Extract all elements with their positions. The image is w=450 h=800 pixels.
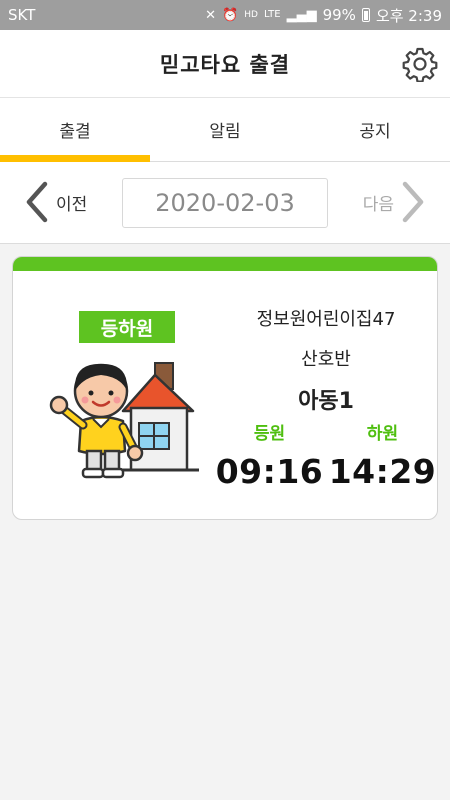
attendance-times: 등원 09:16 하원 14:29 xyxy=(213,419,437,491)
tab-notices[interactable]: 공지 xyxy=(300,98,450,161)
attendance-card: 등하원 정보원어린이집47 산호반 아동1 등원 09:16 하원 14:29 xyxy=(12,256,438,520)
hd-voice-icon: HD xyxy=(244,9,258,20)
attendance-info: 정보원어린이집47 산호반 아동1 xyxy=(213,297,437,415)
tab-notifications[interactable]: 알림 xyxy=(150,98,300,161)
departure-time: 14:29 xyxy=(328,452,437,491)
prev-date-button[interactable]: 이전 xyxy=(24,180,87,224)
status-badge: 등하원 xyxy=(79,311,175,343)
carrier-label: SKT xyxy=(8,6,36,24)
prev-date-label: 이전 xyxy=(56,194,88,215)
clock: 오후 2:39 xyxy=(375,6,442,25)
battery-percent: 99% xyxy=(322,6,356,24)
gear-icon[interactable] xyxy=(402,46,438,82)
departure-column: 하원 14:29 xyxy=(326,419,437,491)
chevron-left-icon xyxy=(26,181,48,223)
alarm-icon: ⏰ xyxy=(222,7,239,23)
mute-icon: ✕ xyxy=(205,7,217,23)
card-accent-stripe xyxy=(13,257,437,271)
lte-icon: LTE xyxy=(263,9,281,20)
chevron-right-icon xyxy=(402,181,424,223)
date-navigator: 이전 2020-02-03 다음 xyxy=(0,162,450,244)
date-display[interactable]: 2020-02-03 xyxy=(122,178,328,228)
status-icons: ✕ ⏰ HD LTE ▂▄▆ 99% 오후 2:39 xyxy=(205,5,442,26)
page-title: 믿고타요 출결 xyxy=(159,52,291,77)
status-bar: SKT ✕ ⏰ HD LTE ▂▄▆ 99% 오후 2:39 xyxy=(0,0,450,30)
app-bar: 믿고타요 출결 xyxy=(0,30,450,98)
signal-icon: ▂▄▆ xyxy=(286,7,317,23)
child-name: 아동1 xyxy=(298,389,354,414)
next-date-button[interactable]: 다음 xyxy=(363,180,426,224)
center-name: 정보원어린이집47 xyxy=(256,309,396,330)
tab-attendance[interactable]: 출결 xyxy=(0,98,150,162)
arrival-time: 09:16 xyxy=(215,452,324,491)
arrival-column: 등원 09:16 xyxy=(213,419,326,491)
arrival-label: 등원 xyxy=(253,424,286,444)
tab-bar: 출결 알림 공지 xyxy=(0,98,450,162)
departure-label: 하원 xyxy=(366,424,399,444)
child-house-illustration xyxy=(49,362,199,479)
next-date-label: 다음 xyxy=(362,194,394,215)
battery-icon xyxy=(361,8,370,22)
class-name: 산호반 xyxy=(301,349,351,370)
